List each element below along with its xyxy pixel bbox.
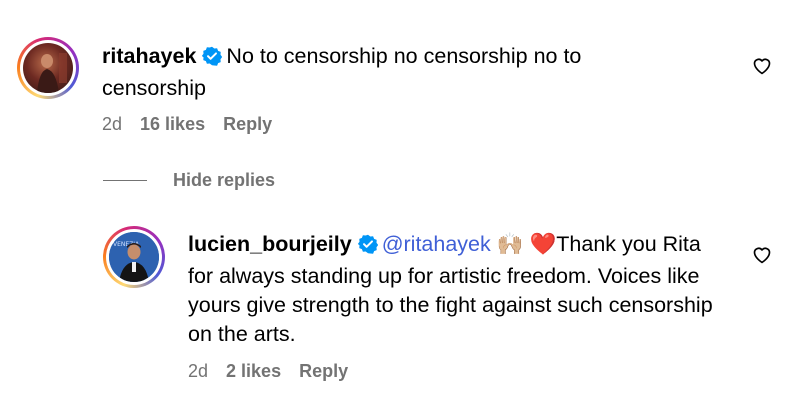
reply-emoji: 🙌🏼 ❤️ (496, 232, 557, 256)
verified-badge-icon (202, 45, 223, 74)
heart-outline-icon[interactable] (752, 245, 772, 269)
mention-link[interactable]: @ritahayek (382, 232, 491, 256)
comment-likes[interactable]: 16 likes (140, 114, 205, 135)
divider-line (103, 180, 147, 181)
heart-outline-icon[interactable] (752, 56, 772, 80)
avatar-lucien_bourjeily[interactable]: VENEZIA (103, 226, 165, 288)
reply-likes[interactable]: 2 likes (226, 361, 281, 382)
hide-replies-toggle[interactable]: Hide replies (103, 170, 275, 191)
avatar-ritahayek[interactable] (17, 37, 79, 99)
reply-button[interactable]: Reply (223, 114, 272, 135)
hide-replies-label: Hide replies (173, 170, 276, 190)
reply-username[interactable]: lucien_bourjeily (188, 232, 352, 256)
reply-age: 2d (188, 361, 209, 381)
reply-button[interactable]: Reply (299, 361, 348, 382)
verified-badge-icon (357, 233, 378, 262)
reply-lucien_bourjeily: VENEZIA lucien_bourjeily @ritahayek 🙌🏼 ❤️… (0, 210, 790, 408)
comment-ritahayek: ritahayek No to censorship no censorship … (0, 0, 790, 150)
comment-username[interactable]: ritahayek (102, 44, 196, 68)
comment-age: 2d (102, 114, 123, 134)
